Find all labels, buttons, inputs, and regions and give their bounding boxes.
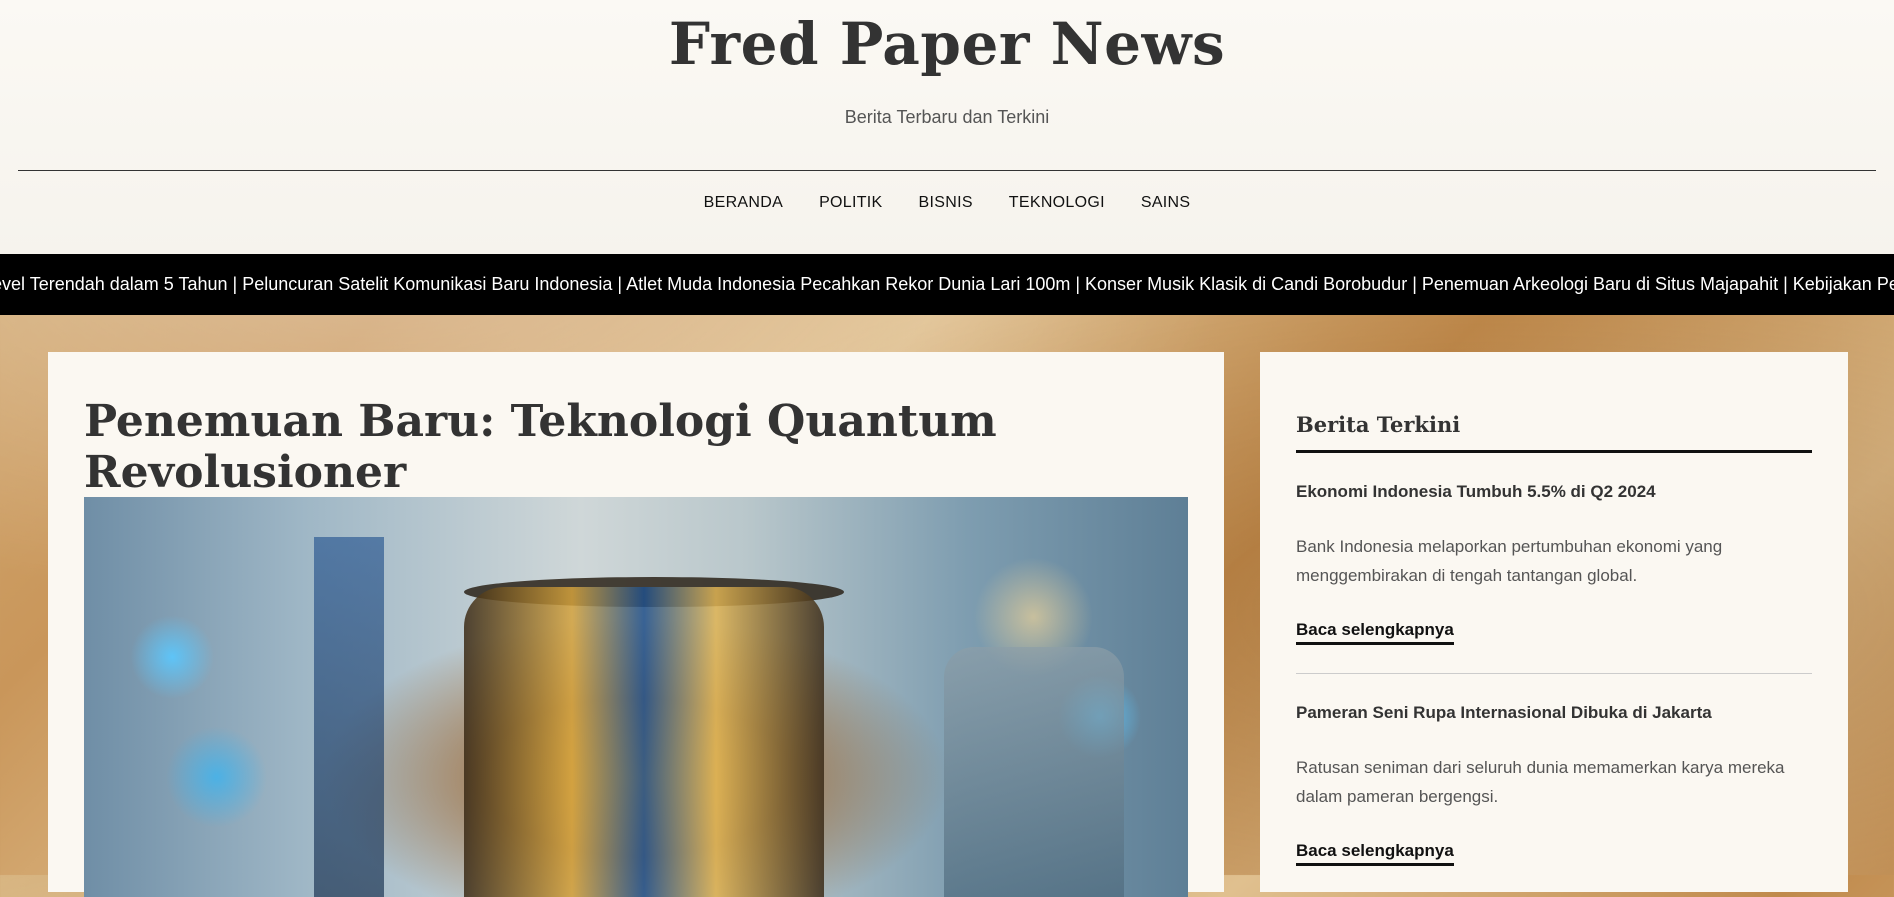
news-ticker: evel Terendah dalam 5 Tahun | Peluncuran… (0, 254, 1894, 315)
image-right-machine-shape (944, 647, 1124, 897)
ticker-text: evel Terendah dalam 5 Tahun | Peluncuran… (0, 274, 1894, 294)
main-navigation: BERANDA POLITIK BISNIS TEKNOLOGI SAINS (0, 190, 1894, 216)
nav-item-teknologi[interactable]: TEKNOLOGI (1009, 190, 1105, 216)
main-article-card: Penemuan Baru: Teknologi Quantum Revolus… (48, 352, 1224, 897)
news-item-headline[interactable]: Ekonomi Indonesia Tumbuh 5.5% di Q2 2024 (1296, 482, 1812, 502)
read-more-link[interactable]: Baca selengkapnya (1296, 841, 1454, 866)
news-divider (1296, 673, 1812, 674)
image-quantum-machine-shape (464, 587, 824, 897)
image-tower-shape (314, 537, 384, 897)
news-item-summary: Ratusan seniman dari seluruh dunia memam… (1296, 758, 1785, 806)
nav-item-bisnis[interactable]: BISNIS (919, 190, 973, 216)
header-divider (18, 170, 1876, 171)
article-title[interactable]: Penemuan Baru: Teknologi Quantum Revolus… (84, 396, 1224, 498)
news-item: Ekonomi Indonesia Tumbuh 5.5% di Q2 2024… (1296, 482, 1812, 645)
site-header: Fred Paper News Berita Terbaru dan Terki… (0, 0, 1894, 254)
site-title[interactable]: Fred Paper News (0, 10, 1894, 78)
sidebar-title: Berita Terkini (1296, 412, 1461, 437)
article-image[interactable] (84, 497, 1188, 897)
read-more-link[interactable]: Baca selengkapnya (1296, 620, 1454, 645)
news-item-summary: Bank Indonesia melaporkan pertumbuhan ek… (1296, 537, 1723, 585)
nav-item-beranda[interactable]: BERANDA (704, 190, 783, 216)
news-item: Pameran Seni Rupa Internasional Dibuka d… (1296, 703, 1812, 866)
news-item-headline[interactable]: Pameran Seni Rupa Internasional Dibuka d… (1296, 703, 1812, 723)
nav-item-sains[interactable]: SAINS (1141, 190, 1191, 216)
sidebar-latest-news: Berita Terkini Ekonomi Indonesia Tumbuh … (1260, 352, 1848, 892)
sidebar-title-underline (1296, 450, 1812, 453)
nav-item-politik[interactable]: POLITIK (819, 190, 882, 216)
site-tagline: Berita Terbaru dan Terkini (844, 107, 1050, 127)
